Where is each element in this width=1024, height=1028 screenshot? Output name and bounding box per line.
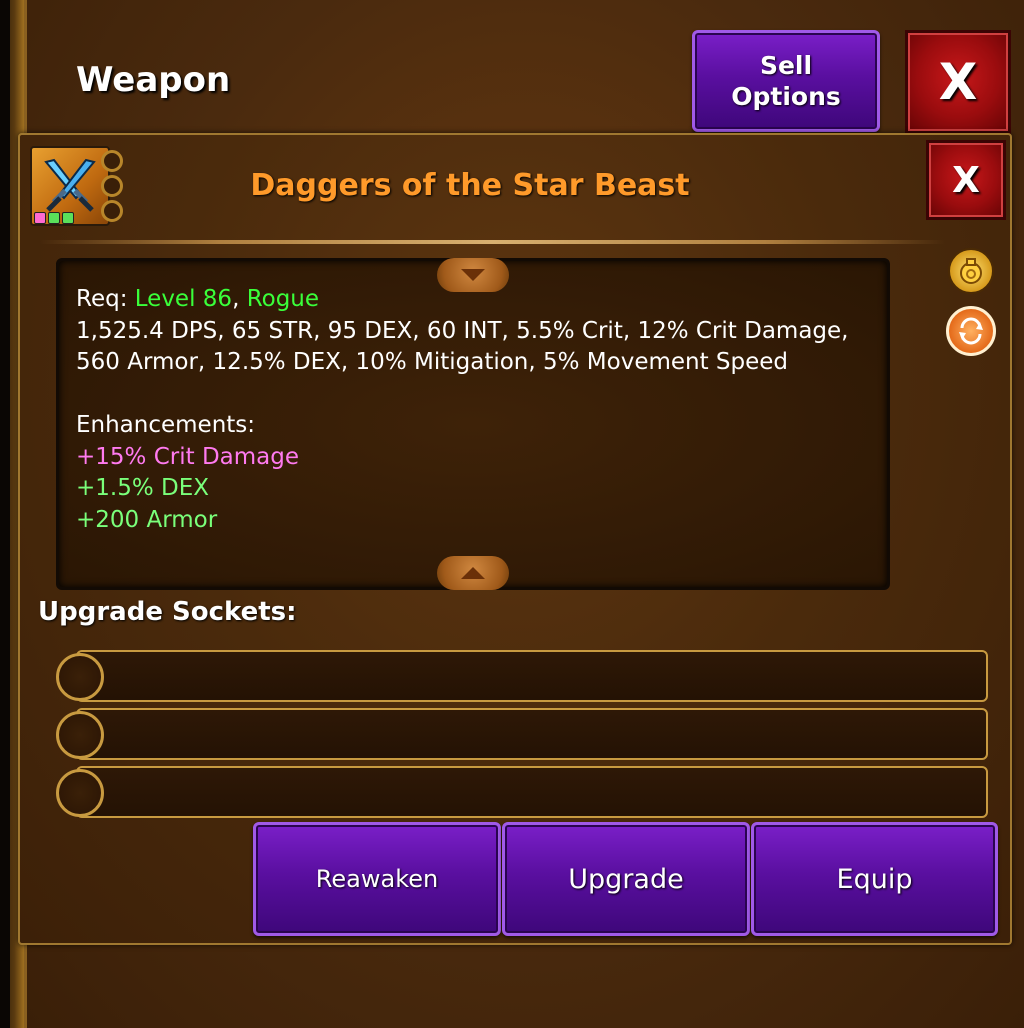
divider bbox=[40, 240, 945, 244]
coin-bag-icon[interactable] bbox=[948, 248, 994, 294]
close-item-button[interactable]: X bbox=[926, 140, 1006, 220]
item-name: Daggers of the Star Beast bbox=[250, 168, 690, 203]
upgrade-button[interactable]: Upgrade bbox=[502, 822, 750, 936]
upgrade-socket-slot[interactable] bbox=[76, 766, 988, 818]
scroll-up-button[interactable] bbox=[437, 556, 509, 590]
swap-icon[interactable] bbox=[946, 306, 996, 356]
socket-icon bbox=[56, 653, 104, 701]
sell-options-button[interactable]: Sell Options bbox=[692, 30, 880, 132]
close-icon: X bbox=[938, 53, 978, 111]
item-socket-dot bbox=[101, 175, 123, 197]
gem-dot-green bbox=[62, 212, 74, 224]
close-window-button[interactable]: X bbox=[905, 30, 1011, 134]
stat-list: 1,525.4 DPS, 65 STR, 95 DEX, 60 INT, 5.5… bbox=[76, 317, 849, 376]
upgrade-socket-slot[interactable] bbox=[76, 708, 988, 760]
req-level: Level 86 bbox=[134, 286, 233, 312]
enhancements-heading: Enhancements: bbox=[76, 412, 256, 438]
window-title: Weapon bbox=[76, 60, 231, 100]
enhancement-line: +1.5% DEX bbox=[76, 475, 210, 501]
socket-icon bbox=[56, 769, 104, 817]
gem-dot-pink bbox=[34, 212, 46, 224]
chevron-down-icon bbox=[461, 269, 485, 281]
gem-dot-green bbox=[48, 212, 60, 224]
upgrade-sockets-heading: Upgrade Sockets: bbox=[38, 597, 297, 627]
sell-options-label-line1: Sell bbox=[759, 51, 813, 80]
close-icon: X bbox=[952, 159, 980, 201]
item-socket-dot bbox=[101, 150, 123, 172]
item-icon bbox=[30, 146, 110, 226]
socket-icon bbox=[56, 711, 104, 759]
enhancement-line: +200 Armor bbox=[76, 506, 218, 533]
item-socket-dot bbox=[101, 200, 123, 222]
coin-bag-glyph bbox=[960, 258, 982, 284]
equip-button[interactable]: Equip bbox=[751, 822, 998, 936]
sell-options-label-line2: Options bbox=[731, 82, 841, 111]
req-label: Req: bbox=[76, 286, 128, 312]
item-stats: Req: Level 86, Rogue 1,525.4 DPS, 65 STR… bbox=[76, 284, 876, 536]
req-separator: , bbox=[232, 286, 240, 312]
requirements: Req: Level 86, Rogue bbox=[76, 284, 876, 316]
crossed-daggers-icon bbox=[44, 158, 96, 212]
reawaken-button[interactable]: Reawaken bbox=[253, 822, 501, 936]
enhancement-line: +15% Crit Damage bbox=[76, 443, 299, 470]
chevron-up-icon bbox=[461, 567, 485, 579]
swap-arrows-glyph bbox=[959, 317, 983, 345]
req-class: Rogue bbox=[246, 286, 320, 312]
upgrade-socket-slot[interactable] bbox=[76, 650, 988, 702]
